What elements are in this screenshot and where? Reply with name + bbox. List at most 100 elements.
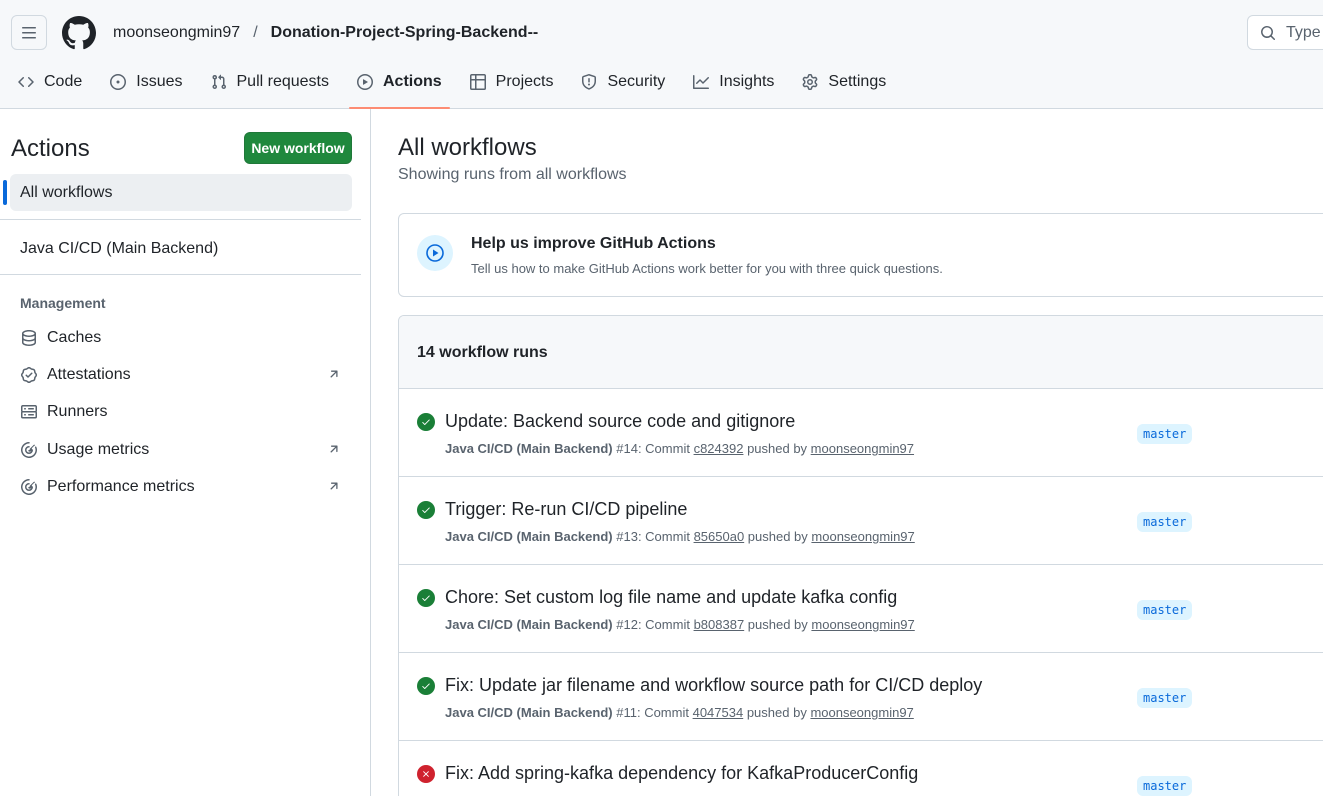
repo-owner-link[interactable]: moonseongmin97 (113, 24, 240, 42)
workflow-runs-list: 14 workflow runs Update: Backend source … (398, 315, 1323, 796)
tab-label: Security (607, 73, 666, 90)
sidebar-item-label: Performance metrics (47, 478, 195, 495)
run-meta: Java CI/CD (Main Backend) #14: Commit c8… (445, 441, 914, 456)
sidebar-item-label: Usage metrics (47, 441, 150, 458)
tab-label: Code (44, 73, 83, 90)
run-meta: Java CI/CD (Main Backend) #12: Commit b8… (445, 617, 915, 632)
verified-icon-wrap (19, 365, 39, 385)
run-commit-link[interactable]: 4047534 (693, 705, 744, 720)
tab-issues[interactable]: Issues (102, 63, 190, 101)
run-actor-link[interactable]: moonseongmin97 (811, 617, 914, 632)
gear-icon (803, 74, 818, 90)
workflow-run-row[interactable]: Chore: Set custom log file name and upda… (399, 565, 1323, 653)
branch-badge[interactable]: master (1137, 600, 1193, 620)
database-icon-wrap (19, 328, 39, 348)
tab-pull-requests[interactable]: Pull requests (203, 63, 338, 101)
sidebar-item-workflow[interactable]: Java CI/CD (Main Backend) (20, 240, 218, 258)
sidebar-title: Actions (11, 135, 90, 162)
sidebar-item-attestations[interactable]: Attestations (19, 360, 344, 390)
link-external-icon (330, 482, 338, 490)
sidebar-item-label: Attestations (47, 366, 131, 383)
search-icon (1261, 25, 1276, 40)
branch-badge[interactable]: master (1137, 776, 1193, 796)
run-title[interactable]: Fix: Add spring-kafka dependency for Kaf… (445, 763, 918, 784)
new-workflow-button[interactable]: New workflow (244, 132, 352, 164)
actions-sidebar: Actions New workflow All workflows Java … (0, 109, 371, 796)
run-pushed-by: pushed by (743, 705, 811, 720)
run-actor-link[interactable]: moonseongmin97 (811, 529, 914, 544)
tab-label: Pull requests (236, 73, 330, 90)
run-pushed-by: pushed by (743, 441, 811, 456)
branch-badge[interactable]: master (1137, 688, 1193, 708)
workflow-run-row[interactable]: Update: Backend source code and gitignor… (399, 389, 1323, 477)
run-actor-link[interactable]: moonseongmin97 (810, 705, 913, 720)
sidebar-item-usage-metrics[interactable]: Usage metrics (19, 435, 344, 465)
play-circle-icon (417, 235, 453, 271)
run-commit-link[interactable]: b808387 (694, 617, 745, 632)
run-commit-link[interactable]: 85650a0 (694, 529, 745, 544)
run-number: #13 (616, 529, 638, 544)
shield-icon (582, 74, 597, 90)
run-number: #11 (616, 705, 637, 720)
link-external-icon (330, 370, 338, 378)
run-workflow-name: Java CI/CD (Main Backend) (445, 441, 613, 456)
code-icon (18, 76, 34, 88)
link-external-icon (330, 445, 338, 453)
run-meta: Java CI/CD (Main Backend) #11: Commit 40… (445, 705, 914, 720)
run-title[interactable]: Update: Backend source code and gitignor… (445, 411, 795, 432)
issue-opened-icon (110, 74, 127, 90)
tab-security[interactable]: Security (573, 63, 673, 101)
meter-icon-wrap (19, 477, 39, 497)
tab-label: Issues (136, 73, 183, 90)
run-commit-link[interactable]: c824392 (694, 441, 744, 456)
run-title[interactable]: Fix: Update jar filename and workflow so… (445, 675, 982, 696)
run-number: #12 (616, 617, 638, 632)
run-workflow-name: Java CI/CD (Main Backend) (445, 705, 613, 720)
repo-name-link[interactable]: Donation-Project-Spring-Backend-- (271, 24, 539, 42)
branch-badge[interactable]: master (1137, 424, 1193, 444)
menu-button[interactable] (11, 15, 47, 50)
run-number: #14 (616, 441, 638, 456)
sidebar-divider (0, 274, 361, 275)
feedback-title: Help us improve GitHub Actions (471, 235, 716, 252)
tab-code[interactable]: Code (10, 63, 90, 101)
sidebar-item-runners[interactable]: Runners (19, 397, 344, 427)
sidebar-item-performance-metrics[interactable]: Performance metrics (19, 472, 344, 502)
tab-actions[interactable]: Actions (349, 63, 450, 109)
search-input[interactable]: Type (1247, 15, 1323, 50)
meter-icon (21, 479, 37, 495)
run-meta: Java CI/CD (Main Backend) #13: Commit 85… (445, 529, 915, 544)
workflow-run-row[interactable]: Fix: Add spring-kafka dependency for Kaf… (399, 741, 1323, 796)
feedback-description: Tell us how to make GitHub Actions work … (471, 261, 943, 276)
run-title[interactable]: Trigger: Re-run CI/CD pipeline (445, 499, 687, 520)
sidebar-item-all-workflows[interactable]: All workflows (3, 174, 352, 211)
check-circle-icon (417, 677, 435, 695)
meter-icon-wrap (19, 440, 39, 460)
run-workflow-name: Java CI/CD (Main Backend) (445, 529, 613, 544)
page-subtitle: Showing runs from all workflows (398, 166, 627, 183)
tab-insights[interactable]: Insights (685, 63, 782, 101)
sidebar-divider (0, 219, 361, 220)
workflow-run-row[interactable]: Fix: Update jar filename and workflow so… (399, 653, 1323, 741)
workflow-run-row[interactable]: Trigger: Re-run CI/CD pipeline Java CI/CD… (399, 477, 1323, 565)
page-title: All workflows (398, 134, 537, 161)
branch-badge[interactable]: master (1137, 512, 1193, 532)
run-workflow-name: Java CI/CD (Main Backend) (445, 617, 613, 632)
github-logo-icon[interactable] (62, 16, 96, 50)
search-placeholder: Type (1286, 23, 1321, 41)
server-icon-wrap (19, 402, 39, 422)
run-title[interactable]: Chore: Set custom log file name and upda… (445, 587, 897, 608)
run-actor-link[interactable]: moonseongmin97 (811, 441, 914, 456)
graph-icon (693, 75, 710, 89)
sidebar-item-label: Runners (47, 403, 108, 420)
tab-settings[interactable]: Settings (794, 63, 894, 101)
breadcrumb: moonseongmin97 / Donation-Project-Spring… (113, 22, 538, 44)
sidebar-item-label: Caches (47, 329, 102, 346)
tab-projects[interactable]: Projects (462, 63, 562, 101)
run-pushed-by: pushed by (744, 529, 812, 544)
run-commit-prefix: : Commit (637, 529, 694, 544)
repo-tabs: Code Issues Pull requests Actions Projects Se… (10, 63, 906, 109)
sidebar-item-caches[interactable]: Caches (19, 323, 344, 353)
feedback-banner[interactable]: Help us improve GitHub Actions Tell us h… (398, 213, 1323, 297)
run-commit-prefix: : Commit (637, 617, 694, 632)
